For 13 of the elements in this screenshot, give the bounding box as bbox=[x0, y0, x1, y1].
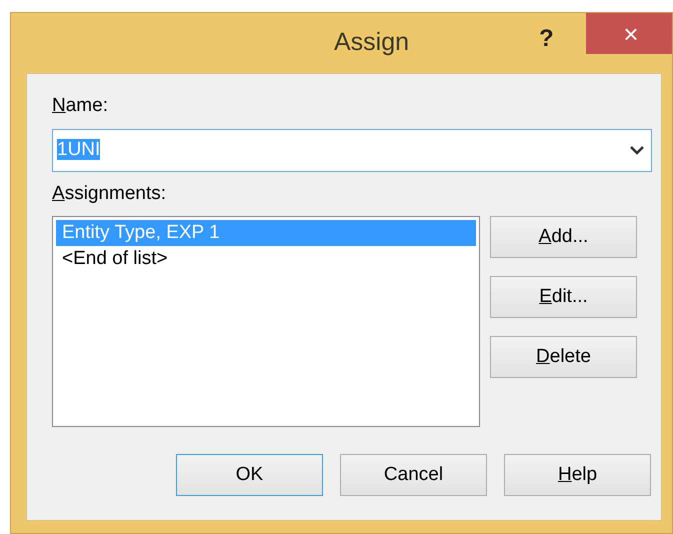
dialog-button[interactable]: Help bbox=[504, 454, 651, 496]
dialog-button[interactable]: OK bbox=[176, 454, 323, 496]
assignments-label: Assignments: bbox=[52, 182, 168, 206]
list-item[interactable]: <End of list> bbox=[56, 246, 476, 272]
window-title: Assign bbox=[334, 27, 410, 58]
name-value: 1UNI bbox=[57, 138, 100, 160]
close-button[interactable]: × bbox=[586, 13, 672, 54]
name-label: Name: bbox=[52, 94, 109, 118]
dialog-button[interactable]: Delete bbox=[490, 336, 637, 378]
help-button[interactable]: ? bbox=[531, 21, 562, 57]
dialog-button[interactable]: Cancel bbox=[340, 454, 487, 496]
dialog-button[interactable]: Edit... bbox=[490, 276, 637, 318]
dialog-button[interactable]: Add... bbox=[490, 216, 637, 258]
